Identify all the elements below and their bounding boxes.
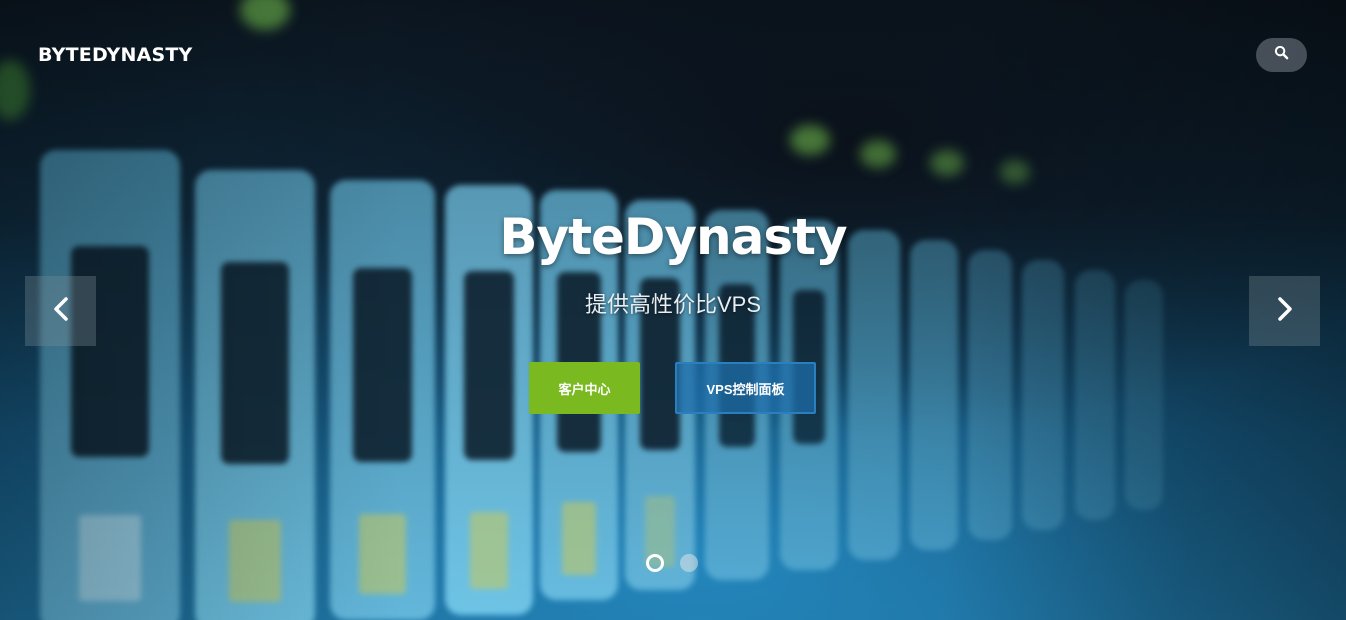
slide-title: ByteDynasty	[499, 208, 847, 266]
slide-caption: ByteDynasty 提供高性价比VPS	[0, 205, 1346, 319]
vps-control-panel-button[interactable]: VPS控制面板	[675, 362, 816, 414]
client-center-button[interactable]: 客户中心	[529, 362, 640, 414]
search-button[interactable]	[1256, 38, 1307, 72]
slide-subtitle: 提供高性价比VPS	[584, 292, 762, 317]
site-logo[interactable]: BYTEDYNASTY	[38, 44, 193, 66]
carousel-dot-1[interactable]	[646, 554, 664, 572]
carousel-indicators	[646, 554, 698, 572]
hero-slider: BYTEDYNASTY ByteDynasty 提供高性价比VPS 客户中心 V…	[0, 0, 1346, 620]
carousel-dot-2[interactable]	[680, 554, 698, 572]
search-icon	[1274, 45, 1289, 65]
